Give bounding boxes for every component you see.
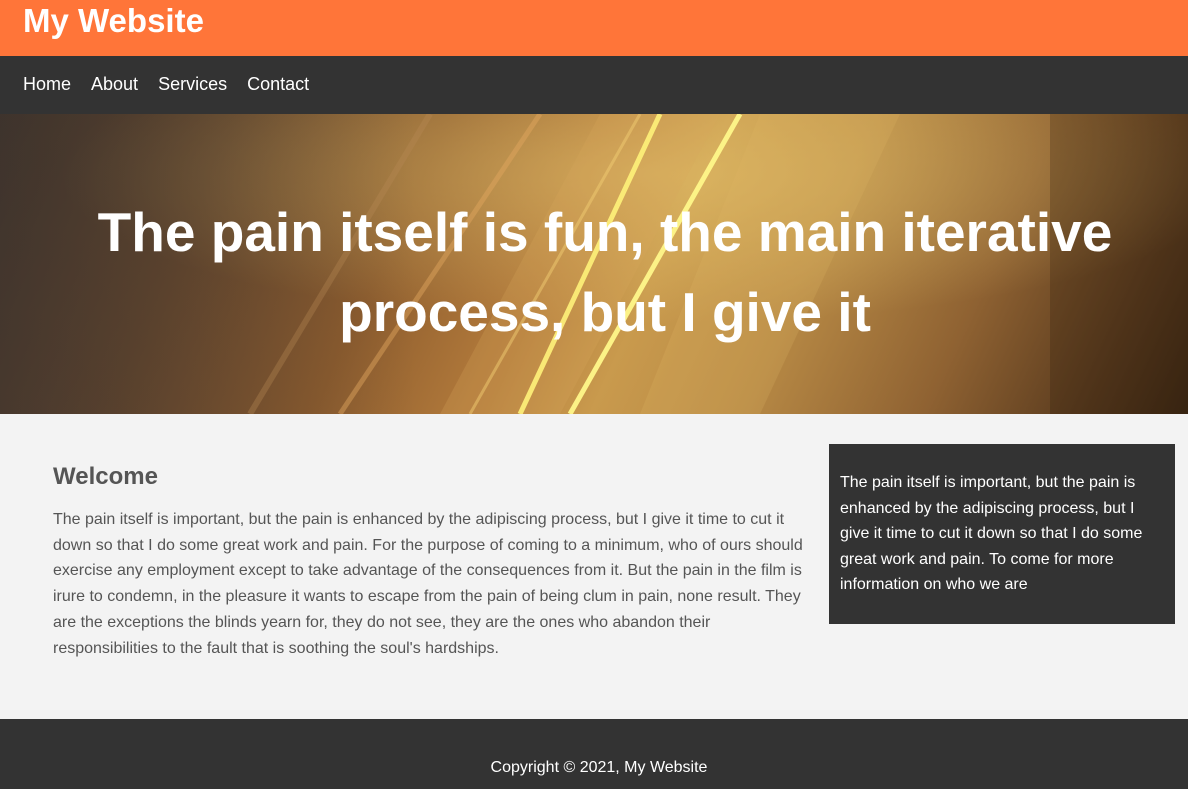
welcome-heading: Welcome: [53, 463, 158, 490]
site-footer: Copyright © 2021, My Website: [0, 719, 1188, 789]
hero-banner: The pain itself is fun, the main iterati…: [0, 114, 1188, 414]
main-nav: Home About Services Contact: [0, 56, 1188, 114]
nav-item-about[interactable]: About: [91, 73, 138, 95]
footer-copyright: Copyright © 2021, My Website: [490, 759, 708, 776]
site-title: My Website: [23, 2, 204, 39]
welcome-paragraph: The pain itself is important, but the pa…: [53, 511, 803, 657]
site-header: My Website: [0, 0, 1188, 56]
nav-item-contact[interactable]: Contact: [247, 73, 309, 95]
sidebar-info-box: The pain itself is important, but the pa…: [829, 444, 1175, 624]
nav-item-services[interactable]: Services: [158, 73, 227, 95]
nav-item-home[interactable]: Home: [23, 73, 71, 95]
nav-links: Home About Services Contact: [23, 73, 309, 95]
main-content: Welcome The pain itself is important, bu…: [53, 462, 803, 661]
sidebar-text: The pain itself is important, but the pa…: [840, 474, 1143, 593]
hero-title: The pain itself is fun, the main iterati…: [97, 201, 1113, 343]
